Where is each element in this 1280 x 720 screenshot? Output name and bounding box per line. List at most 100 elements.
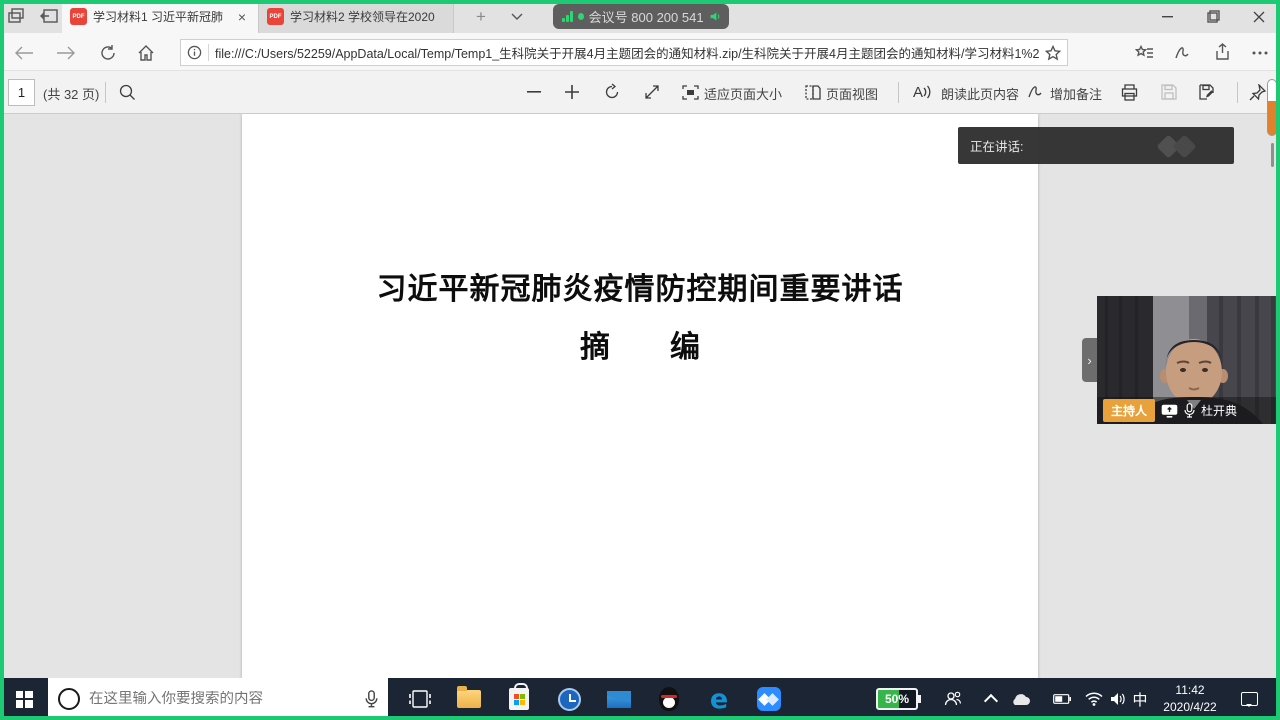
- windows-taskbar: e 50% 中 11:42 2020/4/22: [0, 678, 1280, 720]
- cortana-icon: [58, 688, 80, 710]
- tabs-preview-icon[interactable]: [8, 7, 28, 25]
- taskbar-clock[interactable]: 11:42 2020/4/22: [1150, 682, 1230, 716]
- pdf-file-icon: PDF: [70, 8, 87, 25]
- read-aloud-label[interactable]: 朗读此页内容: [941, 84, 1019, 103]
- ime-chinese-label: 中: [1132, 689, 1147, 710]
- home-icon[interactable]: [134, 41, 158, 65]
- scrollbar-track-mark: [1271, 143, 1274, 167]
- audio-speaker-icon: [709, 10, 720, 23]
- video-panel-collapse-handle[interactable]: ›: [1082, 338, 1097, 382]
- folder-icon: [457, 690, 481, 708]
- page-view-icon[interactable]: [802, 81, 824, 103]
- add-favorite-star-icon[interactable]: [1045, 45, 1061, 61]
- qq-app-icon[interactable]: [647, 678, 691, 720]
- onedrive-cloud-icon[interactable]: [1005, 678, 1035, 720]
- rotate-icon[interactable]: [601, 81, 623, 103]
- url-text[interactable]: file:///C:/Users/52259/AppData/Local/Tem…: [215, 43, 1039, 62]
- window-restore-button[interactable]: [1196, 0, 1230, 33]
- meeting-running-indicator: [752, 716, 782, 719]
- web-notes-pen-icon[interactable]: [1170, 41, 1194, 65]
- address-bar[interactable]: file:///C:/Users/52259/AppData/Local/Tem…: [180, 39, 1068, 66]
- store-bag-icon: [509, 688, 529, 710]
- pdf-viewer-area[interactable]: 习近平新冠肺炎疫情防控期间重要讲话 摘 编: [0, 114, 1280, 678]
- microphone-icon: [1184, 403, 1195, 418]
- signal-strength-icon: [562, 11, 573, 22]
- speaking-label: 正在讲话:: [970, 136, 1023, 155]
- search-input[interactable]: [89, 691, 356, 707]
- url-separator: [208, 44, 209, 61]
- tab-learning-material-2[interactable]: PDF 学习材料2 学校领导在2020: [258, 0, 454, 33]
- task-view-icon[interactable]: [398, 678, 442, 720]
- participant-video-tile[interactable]: 主持人 杜开典: [1097, 296, 1280, 424]
- penguin-icon: [659, 687, 679, 711]
- edge-running-indicator: [702, 716, 732, 719]
- toolbar-separator: [1237, 82, 1238, 103]
- document-subtitle: 摘 编: [242, 322, 1038, 366]
- add-note-label[interactable]: 增加备注: [1050, 84, 1102, 103]
- zoom-out-icon[interactable]: [523, 81, 545, 103]
- toolbar-separator: [898, 82, 899, 103]
- host-badge: 主持人: [1103, 399, 1155, 422]
- share-icon[interactable]: [1210, 41, 1234, 65]
- battery-tray-icon[interactable]: [1048, 678, 1076, 720]
- edge-browser-icon[interactable]: e: [697, 678, 741, 720]
- tab-close-icon[interactable]: ×: [234, 9, 250, 25]
- clock-time: 11:42: [1150, 682, 1230, 699]
- new-tab-button[interactable]: +: [470, 6, 492, 28]
- tab-title: 学习材料2 学校领导在2020: [290, 8, 445, 25]
- mail-app-icon[interactable]: [597, 678, 641, 720]
- participant-name: 杜开典: [1201, 402, 1237, 419]
- desktop-screen: PDF 学习材料1 习近平新冠肺 × PDF 学习材料2 学校领导在2020 +…: [0, 0, 1280, 720]
- page-number-input[interactable]: 1: [8, 79, 35, 106]
- window-minimize-button[interactable]: [1150, 0, 1184, 33]
- windows-logo-icon: [16, 691, 33, 708]
- pin-toolbar-icon[interactable]: [1246, 81, 1268, 103]
- tray-overflow-chevron-icon[interactable]: [978, 678, 1004, 720]
- tab-list-dropdown-icon[interactable]: [506, 6, 528, 28]
- connection-status-dot: [578, 13, 584, 20]
- voice-search-mic-icon[interactable]: [365, 690, 378, 708]
- file-explorer-icon[interactable]: [447, 678, 491, 720]
- microsoft-store-icon[interactable]: [497, 678, 541, 720]
- save-as-icon[interactable]: [1196, 81, 1218, 103]
- window-close-button[interactable]: [1242, 0, 1276, 33]
- full-screen-icon[interactable]: [641, 81, 663, 103]
- favorites-hub-icon[interactable]: [1132, 41, 1156, 65]
- battery-percent-widget[interactable]: 50%: [876, 688, 918, 710]
- meeting-id-pill[interactable]: 会议号 800 200 541: [553, 4, 729, 29]
- scrollbar-thumb[interactable]: [1267, 79, 1277, 136]
- action-center-icon[interactable]: [1232, 678, 1266, 720]
- edge-e-icon: e: [710, 686, 728, 713]
- forward-icon[interactable]: [54, 41, 78, 65]
- ime-indicator[interactable]: 中: [1128, 678, 1152, 720]
- battery-percent-label: 50%: [885, 692, 909, 706]
- back-icon[interactable]: [12, 41, 36, 65]
- refresh-icon[interactable]: [96, 41, 120, 65]
- toolbar-separator: [105, 82, 106, 103]
- add-note-pen-icon[interactable]: [1024, 81, 1046, 103]
- search-document-icon[interactable]: [116, 81, 138, 103]
- info-icon[interactable]: [187, 45, 202, 60]
- fit-page-icon[interactable]: [679, 81, 701, 103]
- more-options-icon[interactable]: [1248, 41, 1272, 65]
- fit-page-label[interactable]: 适应页面大小: [704, 84, 782, 103]
- set-tabs-aside-icon[interactable]: [40, 7, 60, 25]
- zoom-in-icon[interactable]: [561, 81, 583, 103]
- people-tray-icon[interactable]: [938, 678, 968, 720]
- print-icon[interactable]: [1118, 81, 1140, 103]
- chevron-right-icon: ›: [1087, 353, 1091, 368]
- tab-learning-material-1[interactable]: PDF 学习材料1 习近平新冠肺 ×: [62, 0, 258, 33]
- speaking-indicator-overlay: 正在讲话:: [958, 127, 1234, 164]
- document-title: 习近平新冠肺炎疫情防控期间重要讲话: [242, 264, 1038, 308]
- read-aloud-icon[interactable]: A: [908, 81, 936, 103]
- page-view-label[interactable]: 页面视图: [826, 84, 878, 103]
- participant-info-bar: 主持人 杜开典: [1097, 397, 1280, 424]
- page-count-label: (共 32 页): [43, 84, 99, 103]
- taskbar-search-box[interactable]: [48, 678, 388, 720]
- alarms-clock-icon[interactable]: [547, 678, 591, 720]
- envelope-icon: [607, 691, 631, 708]
- tencent-meeting-app-icon[interactable]: [747, 678, 791, 720]
- screen-sharing-icon: [1161, 404, 1178, 418]
- start-button[interactable]: [0, 678, 48, 720]
- browser-navbar: file:///C:/Users/52259/AppData/Local/Tem…: [0, 33, 1280, 71]
